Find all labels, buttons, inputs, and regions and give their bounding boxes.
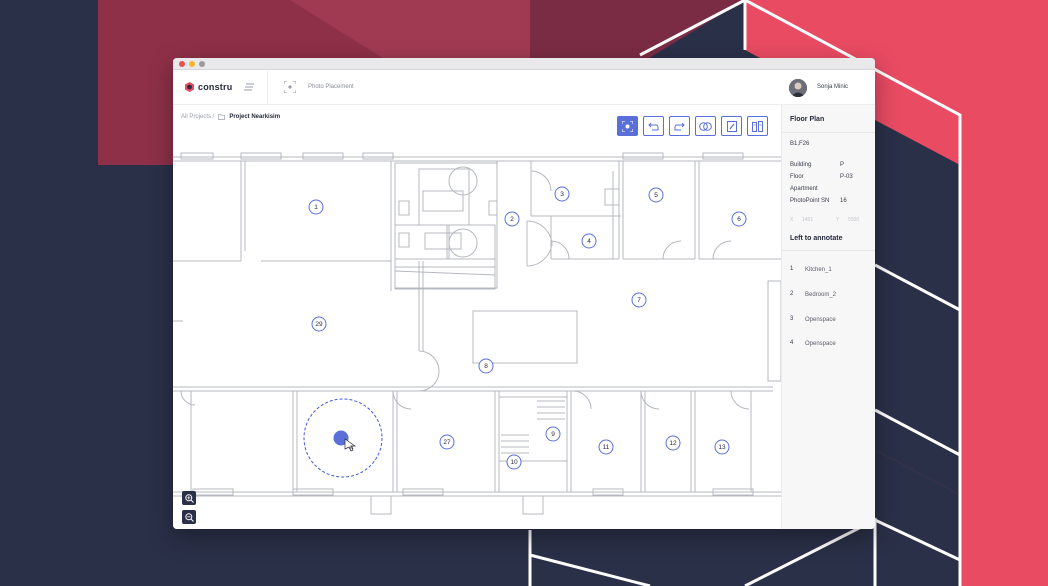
overlay-button[interactable]: [695, 116, 716, 136]
photo-point-label: 11: [603, 444, 610, 451]
x-label: X: [790, 217, 794, 223]
app-header: constru Photo Placement Sonja Minic: [173, 71, 875, 105]
photo-point-label: 4: [587, 238, 591, 245]
photo-point-tool-button[interactable]: [617, 116, 638, 136]
annotation-item[interactable]: Bedroom_2: [805, 292, 836, 298]
photo-point-label: 7: [637, 297, 641, 304]
floor-plan-canvas[interactable]: 34 123456789101112132729: [173, 151, 781, 529]
overlay-icon: [699, 121, 712, 131]
annotation-item[interactable]: Kitchen_1: [805, 267, 832, 273]
constru-logo-icon: [185, 82, 194, 92]
photo-point-label: 13: [718, 444, 726, 451]
photo-point-label: 3: [560, 191, 564, 198]
zoom-out-icon: [184, 512, 194, 522]
photo-point-marker[interactable]: 4: [581, 233, 597, 249]
compare-button[interactable]: [747, 116, 768, 136]
document-edit-button[interactable]: [721, 116, 742, 136]
annotation-item[interactable]: Openspace: [805, 341, 836, 347]
photo-point-marker[interactable]: 7: [631, 292, 647, 308]
field-label: Building: [790, 162, 812, 168]
undo-button[interactable]: [643, 116, 664, 136]
annotation-number: 3: [790, 316, 794, 322]
field-label: Apartment: [790, 186, 818, 192]
field-value: P-03: [840, 174, 853, 180]
photo-point-marker[interactable]: 9: [545, 426, 561, 442]
panel-divider: [782, 250, 875, 251]
field-label: PhotoPoint SN: [790, 198, 830, 204]
annotation-number: 4: [790, 340, 794, 346]
photo-point-label: 12: [669, 440, 677, 447]
doc-edit-icon: [726, 120, 737, 132]
current-marker[interactable]: 34: [303, 398, 383, 478]
field-label: Floor: [790, 174, 804, 180]
photo-point-label: 27: [443, 439, 451, 446]
photo-point-marker[interactable]: 3: [554, 186, 570, 202]
window-titlebar: [173, 58, 875, 70]
panel-title: Floor Plan: [790, 116, 825, 123]
plan-code: B1,F26: [790, 141, 810, 147]
header-divider: [267, 71, 268, 105]
x-value: 1451: [802, 217, 814, 223]
section-title: Photo Placement: [308, 84, 354, 90]
photo-point-label: 5: [654, 192, 658, 199]
photo-point-label: 10: [510, 459, 518, 466]
annotation-number: 1: [790, 266, 794, 272]
brand-name: constru: [198, 82, 233, 92]
photo-point-marker[interactable]: 8: [478, 358, 494, 374]
annotation-item[interactable]: Openspace: [805, 317, 836, 323]
photo-placement-icon: [284, 81, 296, 93]
redo-button[interactable]: [669, 116, 690, 136]
y-value: 5500: [848, 217, 860, 223]
photo-point-marker[interactable]: 12: [665, 435, 681, 451]
folder-icon: [218, 114, 226, 120]
photo-point-marker[interactable]: 1: [308, 199, 324, 215]
zoom-out-button[interactable]: [182, 510, 196, 524]
avatar[interactable]: [789, 79, 807, 97]
breadcrumb-project[interactable]: Project Nearkisim: [229, 114, 280, 120]
zoom-in-button[interactable]: [182, 491, 196, 505]
photo-point-label: 29: [315, 321, 323, 328]
floor-plan-panel: Floor Plan B1,F26 Building P Floor P-03 …: [781, 105, 875, 529]
y-label: Y: [836, 217, 840, 223]
compare-icon: [752, 120, 763, 132]
redo-icon: [674, 122, 685, 130]
minimize-window-dot[interactable]: [189, 61, 195, 67]
breadcrumb-all-projects[interactable]: All Projects /: [181, 114, 214, 120]
photo-point-marker[interactable]: 27: [439, 434, 455, 450]
layers-icon[interactable]: [244, 82, 255, 93]
zoom-in-icon: [184, 493, 194, 503]
photo-point-label: 9: [551, 431, 555, 438]
user-name[interactable]: Sonja Minic: [817, 84, 848, 90]
brand-logo[interactable]: constru: [185, 82, 232, 92]
annotation-number: 2: [790, 291, 794, 297]
close-window-dot[interactable]: [179, 61, 185, 67]
annotate-title: Left to annotate: [790, 235, 843, 242]
photo-point-label: 1: [314, 204, 318, 211]
user-avatar-icon: [789, 79, 807, 97]
breadcrumb: All Projects / Project Nearkisim: [181, 114, 280, 120]
photo-point-marker[interactable]: 11: [598, 439, 614, 455]
undo-icon: [648, 122, 659, 130]
field-value: 16: [840, 198, 847, 204]
photo-point-marker[interactable]: 5: [648, 187, 664, 203]
panel-divider: [782, 132, 875, 133]
photo-point-marker[interactable]: 10: [506, 454, 522, 470]
photo-point-label: 8: [484, 363, 488, 370]
photo-point-label: 6: [737, 216, 741, 223]
photo-point-marker[interactable]: 2: [504, 211, 520, 227]
photo-point-marker[interactable]: 6: [731, 211, 747, 227]
photo-point-icon: [622, 120, 633, 132]
maximize-window-dot[interactable]: [199, 61, 205, 67]
photo-point-marker[interactable]: 13: [714, 439, 730, 455]
marker-badge: 34: [349, 445, 354, 450]
app-window: constru Photo Placement Sonja Minic All …: [173, 58, 875, 529]
plan-toolbar: [617, 116, 768, 136]
field-value: P: [840, 162, 845, 168]
photo-point-label: 2: [510, 216, 514, 223]
photo-point-marker[interactable]: 29: [311, 316, 327, 332]
